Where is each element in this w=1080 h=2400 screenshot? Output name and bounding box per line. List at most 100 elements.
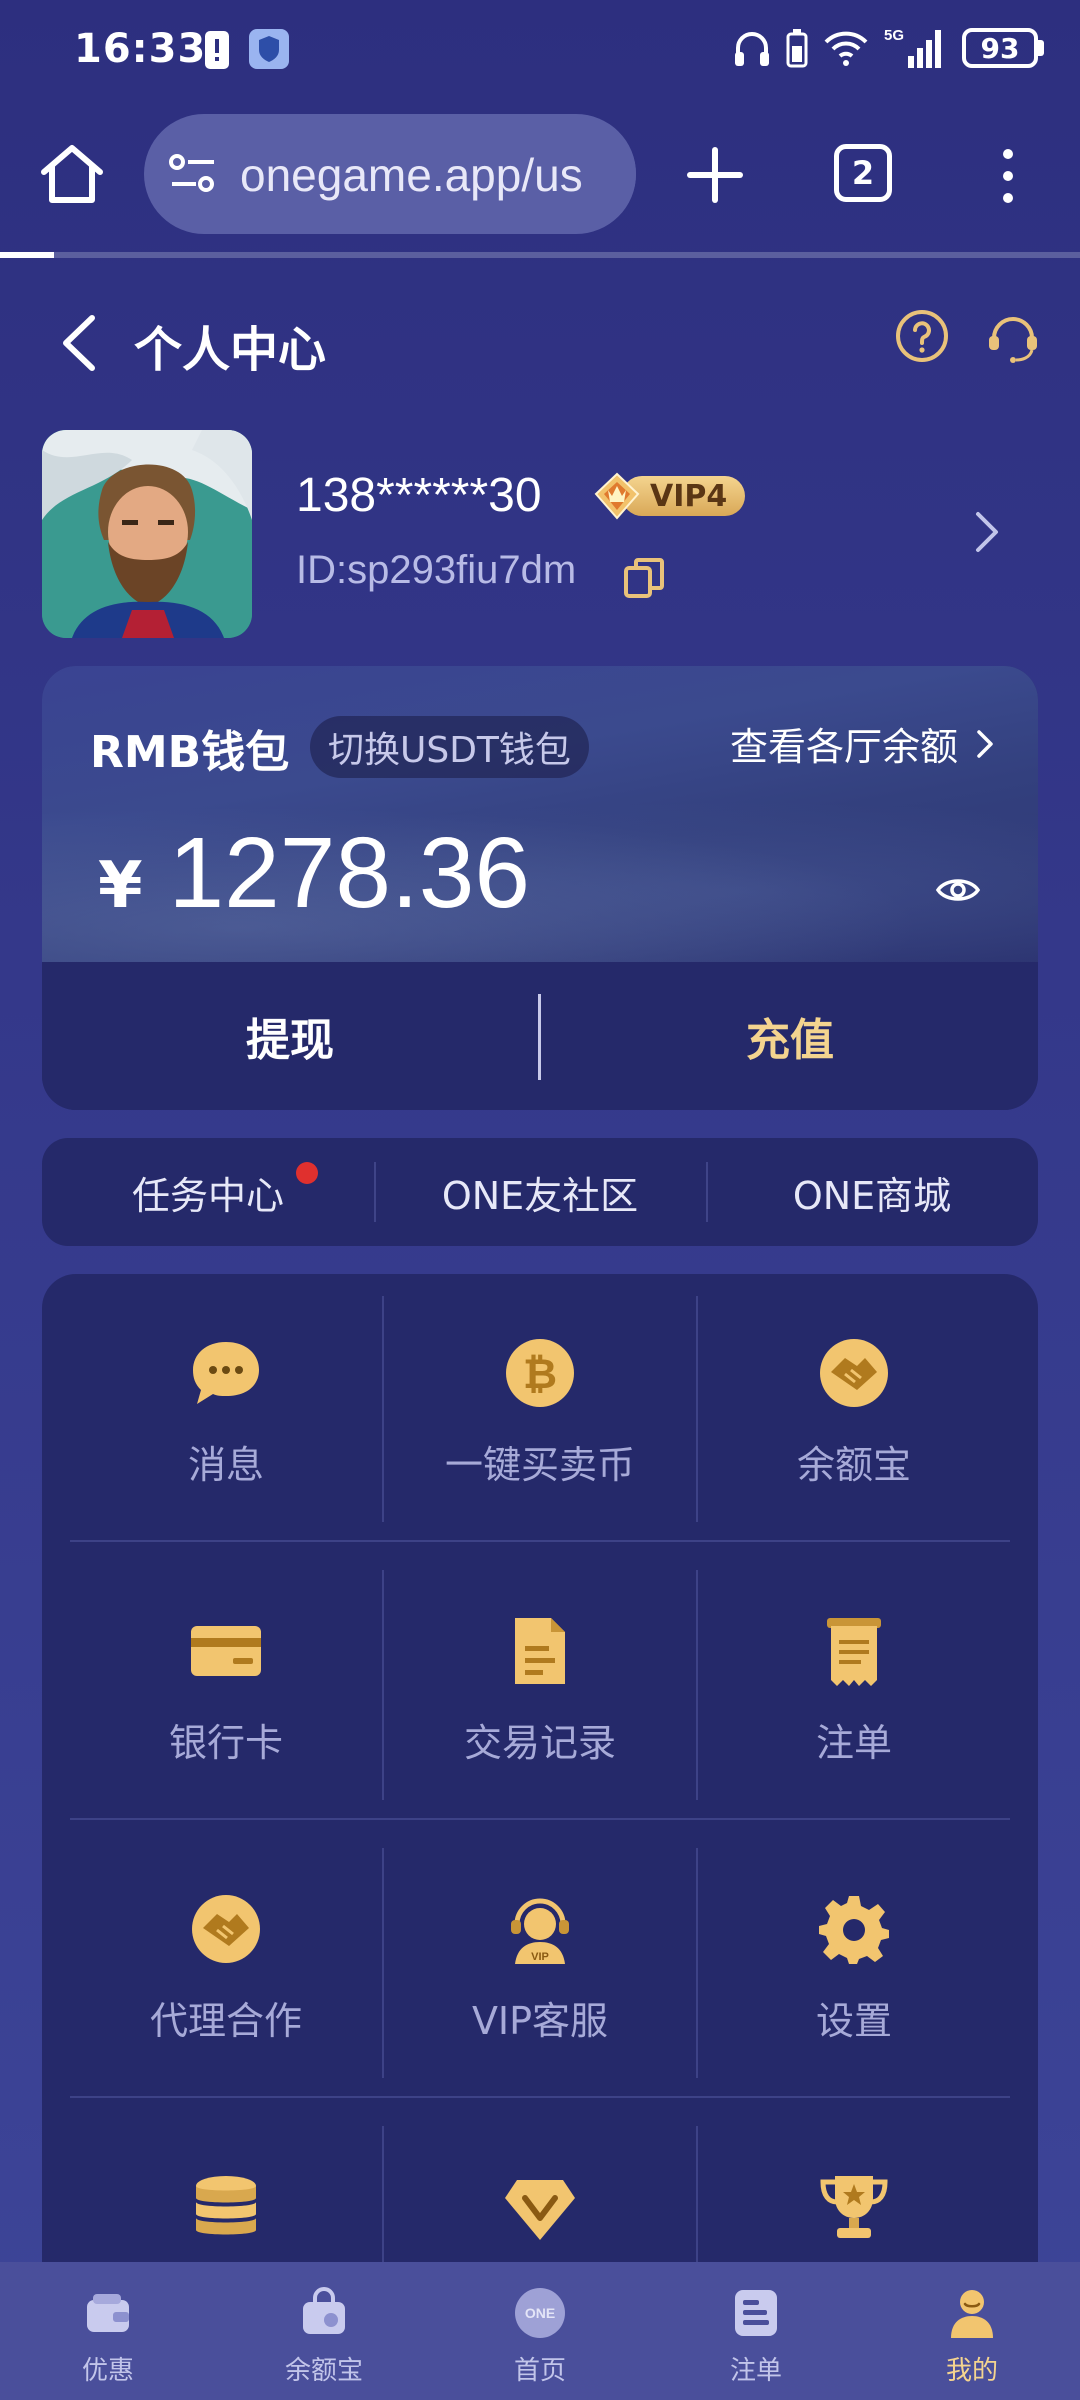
vip-badge[interactable]: VIP4: [594, 472, 746, 520]
svg-text:5G: 5G: [884, 27, 904, 44]
bottom-navigation: 优惠 余额宝 ONE 首页 注单 我的: [0, 2262, 1080, 2400]
wifi-icon: [824, 31, 868, 66]
avatar-portrait-icon: [42, 430, 252, 638]
grid-item-transactions[interactable]: 交易记录: [384, 1574, 696, 1806]
grid-item-trophy[interactable]: [698, 2130, 1010, 2274]
wallet-card: RMB钱包 切换USDT钱包 查看各厅余额 ¥ 1278.36 提现 充值: [42, 666, 1038, 1110]
profile-chevron-right-icon[interactable]: [972, 510, 1002, 554]
browser-toolbar: onegame.app/us 2: [0, 110, 1080, 240]
grid-label: 消息: [187, 1443, 264, 1487]
new-tab-icon[interactable]: [680, 140, 750, 210]
grid-label: 交易记录: [463, 1721, 616, 1765]
handshake-icon: [820, 1339, 888, 1407]
switch-wallet-button[interactable]: 切换USDT钱包: [310, 716, 589, 778]
nav-label: 首页: [513, 2356, 566, 2386]
user-phone: 138******30: [296, 469, 542, 522]
signal-5g-icon: 5G: [884, 27, 941, 68]
wallet-balance-panel: RMB钱包 切换USDT钱包 查看各厅余额 ¥ 1278.36: [42, 666, 1038, 962]
page-load-progress: [0, 252, 1080, 258]
page-header: 个人中心: [0, 290, 1080, 390]
view-all-balances-label: 查看各厅余额: [729, 725, 958, 769]
alert-notification-icon: [205, 31, 229, 69]
withdraw-button[interactable]: 提现: [42, 962, 538, 1110]
user-id: ID:sp293fiu7dm: [296, 548, 577, 592]
grid-item-bank-card[interactable]: 银行卡: [70, 1574, 382, 1806]
grid-item-buy-sell-coin[interactable]: ₿ 一键买卖币: [384, 1296, 696, 1528]
view-all-balances-link[interactable]: 查看各厅余额: [730, 716, 994, 771]
feature-grid: 消息 ₿ 一键买卖币 余额宝 银行卡 交易记录 注单 代理合作 VIP VIP客…: [42, 1274, 1038, 2274]
site-settings-icon[interactable]: [168, 152, 218, 196]
status-time: 16:33: [74, 26, 207, 72]
grid-item-settings[interactable]: 设置: [698, 1852, 1010, 2084]
device-battery-icon: [786, 29, 808, 68]
svg-text:₿: ₿: [523, 1349, 557, 1398]
svg-text:VIP: VIP: [531, 1951, 549, 1963]
vip-crown-icon: [594, 472, 640, 520]
nav-mine[interactable]: 我的: [864, 2262, 1080, 2400]
more-menu-icon[interactable]: [990, 146, 1026, 206]
list-icon: [735, 2290, 777, 2336]
vpn-shield-icon: [249, 29, 289, 69]
grid-item-vip-diamond[interactable]: [384, 2130, 696, 2274]
nav-promotions[interactable]: 优惠: [0, 2262, 216, 2400]
document-icon: [515, 1618, 565, 1684]
eye-icon[interactable]: [934, 866, 982, 914]
grid-item-coins[interactable]: [70, 2130, 382, 2274]
bag-icon: [303, 2287, 345, 2334]
bank-card-icon: [191, 1626, 261, 1676]
customer-service-icon[interactable]: [984, 308, 1042, 366]
bitcoin-icon: ₿: [506, 1339, 574, 1407]
copy-icon[interactable]: [622, 556, 666, 600]
grid-item-messages[interactable]: 消息: [70, 1296, 382, 1528]
grid-item-vip-service[interactable]: VIP VIP客服: [384, 1852, 696, 2084]
status-bar: 16:33 5G 93: [0, 0, 1080, 100]
grid-label: 一键买卖币: [444, 1443, 635, 1487]
handshake-icon: [192, 1895, 260, 1963]
vip-diamond-icon: [505, 2180, 575, 2240]
home-logo-icon: ONE: [515, 2288, 565, 2338]
page-title: 个人中心: [134, 322, 327, 378]
grid-label: 注单: [815, 1721, 892, 1765]
avatar[interactable]: [42, 430, 252, 638]
status-icons: 5G 93: [732, 26, 1044, 70]
grid-item-agency[interactable]: 代理合作: [70, 1852, 382, 2084]
home-icon[interactable]: [36, 138, 108, 210]
chat-icon: [193, 1342, 259, 1404]
task-center-link[interactable]: 任务中心: [42, 1138, 374, 1246]
address-bar[interactable]: onegame.app/us: [144, 114, 636, 234]
shop-label: ONE商城: [792, 1173, 952, 1218]
wallet-name: RMB钱包: [90, 727, 290, 778]
grid-label: VIP客服: [471, 1999, 609, 2043]
nav-label: 我的: [945, 2356, 998, 2386]
user-icon: [951, 2290, 993, 2338]
deposit-button[interactable]: 充值: [542, 962, 1038, 1110]
tab-switcher-button[interactable]: 2: [834, 144, 892, 202]
headphones-icon: [735, 32, 769, 66]
task-center-label: 任务中心: [131, 1173, 284, 1218]
grid-label: 代理合作: [149, 1999, 302, 2043]
grid-label: 银行卡: [168, 1721, 283, 1765]
nav-label: 优惠: [81, 2356, 134, 2386]
grid-label: 余额宝: [796, 1443, 911, 1487]
back-arrow-icon[interactable]: [54, 310, 104, 376]
chevron-right-icon: [977, 729, 993, 758]
shop-link[interactable]: ONE商城: [706, 1138, 1038, 1246]
battery-indicator: 93: [962, 28, 1044, 68]
balance-amount: 1278.36: [168, 817, 531, 929]
trophy-icon: [820, 2176, 888, 2238]
nav-bets[interactable]: 注单: [648, 2262, 864, 2400]
quick-links-bar: 任务中心 ONE友社区 ONE商城: [42, 1138, 1038, 1246]
grid-item-yuebao[interactable]: 余额宝: [698, 1296, 1010, 1528]
gear-icon: [819, 1896, 889, 1964]
battery-level: 93: [962, 28, 1038, 68]
url-text[interactable]: onegame.app/us: [240, 148, 583, 202]
nav-label: 注单: [729, 2356, 782, 2386]
currency-symbol: ¥: [98, 849, 143, 923]
community-label: ONE友社区: [441, 1173, 639, 1218]
nav-label: 余额宝: [284, 2356, 363, 2386]
nav-yuebao[interactable]: 余额宝: [216, 2262, 432, 2400]
community-link[interactable]: ONE友社区: [374, 1138, 706, 1246]
help-icon[interactable]: [894, 308, 950, 364]
nav-home[interactable]: ONE 首页: [432, 2262, 648, 2400]
grid-item-bets[interactable]: 注单: [698, 1574, 1010, 1806]
